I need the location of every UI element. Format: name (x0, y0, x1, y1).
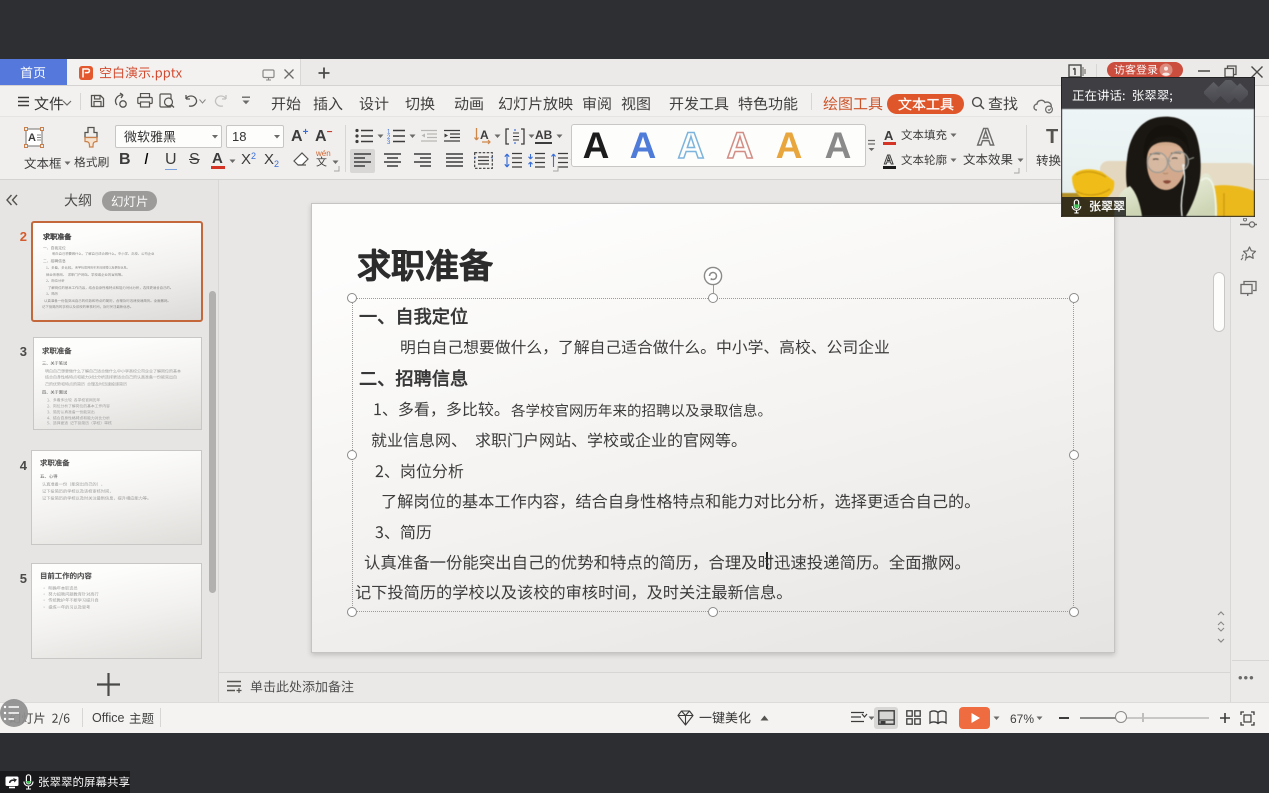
svg-text:3: 3 (387, 140, 391, 144)
svg-text:A: A (28, 132, 36, 144)
svg-text:A: A (480, 128, 489, 142)
